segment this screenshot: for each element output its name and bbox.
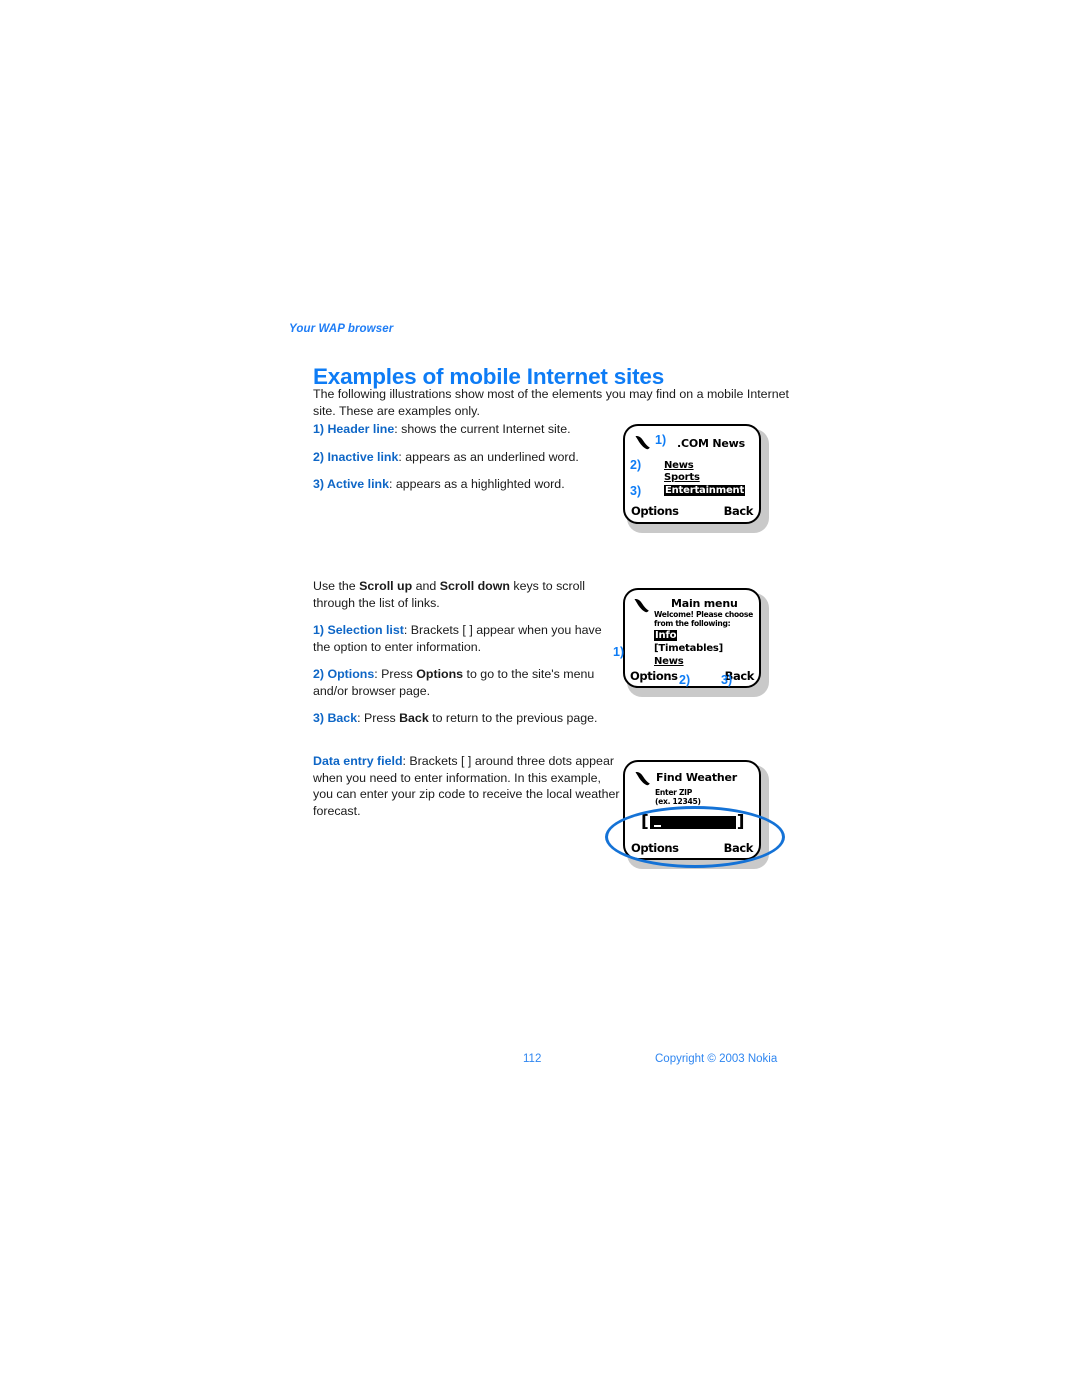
- intro-paragraph: The following illustrations show most of…: [313, 386, 791, 419]
- callout-back: 3): [721, 673, 733, 687]
- document-page: Your WAP browser Examples of mobile Inte…: [0, 0, 1080, 1397]
- list-item: 1) Header line: shows the current Intern…: [313, 421, 613, 438]
- screen-welcome-text: Welcome! Please choose from the followin…: [654, 610, 753, 628]
- screen-item-info[interactable]: Info: [654, 630, 678, 641]
- options-label: Options: [416, 667, 464, 681]
- item-rest-a: : Press: [374, 667, 417, 681]
- screen-header: Main menu: [671, 597, 738, 610]
- highlight-ellipse-annotation: [605, 806, 785, 868]
- scroll-instruction: Use the Scroll up and Scroll down keys t…: [313, 578, 621, 611]
- active-link-highlight: Entertainment: [664, 485, 746, 496]
- handset-icon: [634, 435, 651, 450]
- callout-header-line: 1): [655, 433, 667, 447]
- scroll-text-a: Use the: [313, 579, 360, 593]
- scroll-text-b: and: [412, 579, 440, 593]
- footer-page-number: 112: [523, 1053, 542, 1065]
- item-rest: : shows the current Internet site.: [394, 422, 571, 436]
- handset-icon: [633, 598, 650, 613]
- softkey-left[interactable]: Options: [630, 669, 678, 683]
- phone-illustration-main-menu: Main menu Welcome! Please choose from th…: [623, 588, 769, 697]
- handset-icon: [634, 771, 651, 786]
- phone-screen: Main menu Welcome! Please choose from th…: [625, 590, 759, 686]
- screen-item-timetables[interactable]: [Timetables]: [654, 643, 723, 654]
- scroll-up-label: Scroll up: [359, 579, 413, 593]
- list-item: 2) Options: Press Options to go to the s…: [313, 666, 621, 699]
- phone-screen: .COM News News Sports Entertainment Opti…: [625, 426, 759, 522]
- callout-options: 2): [679, 673, 691, 687]
- item-lead: 3) Active link: [313, 477, 389, 491]
- screen-link-sports[interactable]: Sports: [664, 472, 700, 483]
- item-lead: Data entry field: [313, 754, 403, 768]
- screen-link-entertainment[interactable]: Entertainment: [664, 485, 746, 496]
- phone-frame: Main menu Welcome! Please choose from th…: [623, 588, 761, 688]
- callout-selection-list: 1): [613, 645, 625, 659]
- item-lead: 1) Header line: [313, 422, 395, 436]
- section-3-text: Data entry field: Brackets [ ] around th…: [313, 753, 621, 819]
- section-1-text: 1) Header line: shows the current Intern…: [313, 421, 613, 493]
- item-rest: : appears as an underlined word.: [398, 449, 579, 464]
- list-item: 1) Selection list: Brackets [ ] appear w…: [313, 622, 621, 655]
- list-item: 3) Back: Press Back to return to the pre…: [313, 710, 621, 727]
- intro-line-1: The following illustrations show most of…: [313, 387, 744, 401]
- item-rest-a: : Press: [357, 711, 400, 725]
- back-label: Back: [399, 711, 429, 725]
- intro-text: The following illustrations show most of…: [313, 386, 791, 419]
- softkey-right[interactable]: Back: [724, 504, 754, 518]
- item-rest: : appears as a highlighted word.: [388, 477, 565, 491]
- item-lead: 3) Back: [313, 711, 358, 725]
- item-rest-c: to return to the previous page.: [428, 711, 598, 725]
- softkey-left[interactable]: Options: [631, 504, 679, 518]
- phone-illustration-news: .COM News News Sports Entertainment Opti…: [623, 424, 769, 533]
- screen-prompt-text: Enter ZIP (ex. 12345): [655, 788, 701, 806]
- selected-item-highlight: Info: [654, 630, 678, 641]
- list-item: 3) Active link: appears as a highlighted…: [313, 476, 613, 493]
- screen-header: Find Weather: [656, 771, 738, 784]
- screen-header: .COM News: [677, 437, 745, 450]
- callout-active-link: 3): [630, 484, 642, 498]
- section-2-text: Use the Scroll up and Scroll down keys t…: [313, 578, 621, 727]
- screen-item-news[interactable]: News: [654, 656, 684, 667]
- footer-copyright: Copyright © 2003 Nokia: [655, 1053, 778, 1065]
- list-item: Data entry field: Brackets [ ] around th…: [313, 753, 621, 819]
- phone-frame: .COM News News Sports Entertainment Opti…: [623, 424, 761, 524]
- item-lead: 2) Options: [313, 667, 375, 681]
- item-lead: 2) Inactive link: [313, 449, 399, 464]
- screen-link-news[interactable]: News: [664, 460, 694, 471]
- list-item: 2) Inactive link: appears as an underlin…: [313, 449, 613, 466]
- running-header: Your WAP browser: [289, 323, 394, 335]
- callout-inactive-link: 2): [630, 458, 642, 472]
- item-lead: 1) Selection list: [313, 623, 404, 637]
- scroll-down-label: Scroll down: [439, 579, 510, 593]
